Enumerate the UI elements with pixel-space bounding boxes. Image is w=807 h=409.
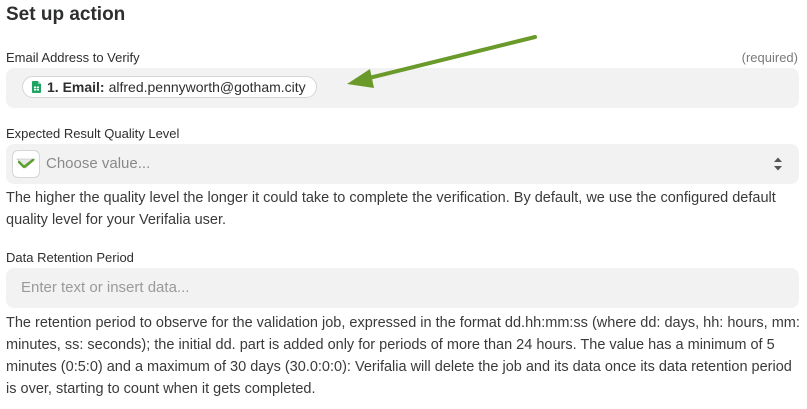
retention-period-help: The retention period to observe for the …	[6, 315, 800, 397]
verifalia-icon	[12, 150, 40, 178]
pill-step-label: 1. Email:	[47, 79, 105, 95]
required-indicator: (required)	[741, 50, 798, 65]
quality-level-help: The higher the quality level the longer …	[6, 190, 776, 228]
retention-period-input[interactable]: Enter text or insert data...	[6, 268, 799, 308]
quality-level-placeholder: Choose value...	[46, 155, 151, 172]
page-title: Set up action	[6, 4, 126, 25]
email-data-pill[interactable]: 1. Email: alfred.pennyworth@gotham.city	[22, 76, 317, 98]
quality-level-select[interactable]: Choose value...	[6, 144, 799, 184]
email-address-field[interactable]: 1. Email: alfred.pennyworth@gotham.city	[6, 68, 799, 108]
google-sheets-icon	[32, 81, 41, 93]
pill-value: alfred.pennyworth@gotham.city	[108, 79, 306, 95]
quality-level-label: Expected Result Quality Level	[6, 126, 180, 141]
email-address-label: Email Address to Verify	[6, 50, 140, 65]
retention-period-placeholder: Enter text or insert data...	[21, 279, 190, 296]
chevron-up-down-icon	[774, 157, 782, 171]
retention-period-label: Data Retention Period	[6, 250, 134, 265]
